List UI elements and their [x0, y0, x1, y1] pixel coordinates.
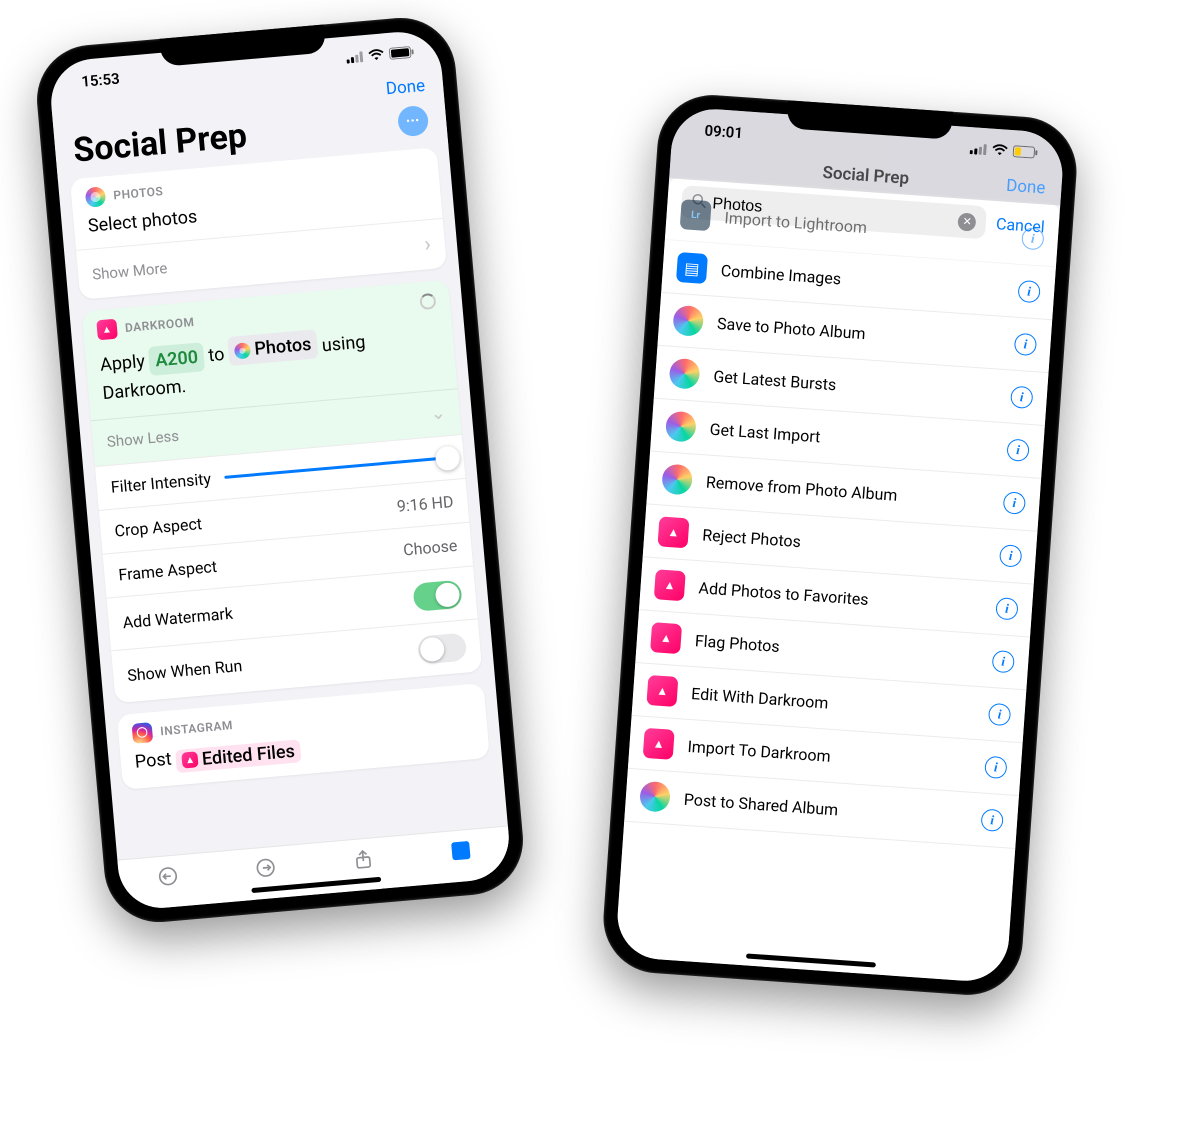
background-title: Social Prep	[822, 163, 910, 189]
action-label: Combine Images	[720, 261, 1005, 300]
chevron-down-icon	[430, 402, 447, 424]
card-app-label: DARKROOM	[124, 315, 195, 335]
word-darkroom: Darkroom.	[102, 375, 187, 403]
action-picker-sheet: ✕ Cancel Import to LightroomiCombine Ima…	[615, 176, 1061, 983]
instagram-icon	[132, 722, 154, 744]
photos-token[interactable]: Photos	[227, 329, 318, 366]
info-button[interactable]: i	[1006, 438, 1029, 461]
action-label: Import To Darkroom	[687, 736, 972, 775]
status-time: 15:53	[81, 70, 121, 91]
action-title: Select photos	[87, 206, 198, 236]
frame-aspect-label: Frame Aspect	[118, 556, 218, 584]
screen-left: 15:53 Done Social Prep	[48, 29, 513, 912]
photos-icon	[639, 781, 671, 813]
info-button[interactable]: i	[1003, 491, 1026, 514]
more-button[interactable]	[397, 105, 430, 138]
info-button[interactable]: i	[1017, 280, 1040, 303]
status-icons	[969, 140, 1038, 163]
photos-token-label: Photos	[253, 331, 312, 363]
photos-icon	[672, 305, 704, 337]
add-watermark-label: Add Watermark	[122, 604, 234, 633]
darkroom-icon	[96, 319, 118, 341]
battery-icon	[388, 44, 414, 64]
redo-button[interactable]	[250, 852, 280, 882]
info-button[interactable]: i	[992, 650, 1015, 673]
darkroom-icon	[654, 569, 686, 601]
info-button[interactable]: i	[988, 703, 1011, 726]
cellular-icon	[969, 140, 987, 159]
photos-icon	[665, 411, 697, 443]
darkroom-icon	[646, 675, 678, 707]
action-label: Edit With Darkroom	[691, 684, 976, 723]
action-label: Import to Lightroom	[724, 208, 1009, 247]
edited-files-token[interactable]: Edited Files	[175, 739, 302, 773]
background-done[interactable]: Done	[1006, 176, 1047, 199]
info-button[interactable]: i	[980, 809, 1003, 832]
edited-files-label: Edited Files	[201, 740, 295, 769]
photos-icon	[661, 463, 693, 495]
card-app-label: INSTAGRAM	[160, 718, 234, 738]
photos-icon	[234, 342, 251, 359]
wifi-icon	[991, 142, 1008, 161]
lightroom-icon	[680, 199, 712, 231]
darkroom-icon	[657, 516, 689, 548]
action-label: Add Photos to Favorites	[698, 578, 983, 617]
status-icons	[346, 44, 415, 68]
crop-aspect-label: Crop Aspect	[114, 514, 203, 541]
info-button[interactable]: i	[999, 544, 1022, 567]
show-when-run-toggle[interactable]	[417, 632, 467, 664]
info-button[interactable]: i	[1021, 227, 1044, 250]
word-post: Post	[134, 748, 172, 772]
word-to: to	[208, 344, 226, 366]
action-label: Post to Shared Album	[683, 789, 968, 828]
crop-aspect-value: 9:16 HD	[396, 492, 454, 516]
slider-thumb[interactable]	[435, 445, 461, 471]
info-button[interactable]: i	[1014, 333, 1037, 356]
darkroom-icon	[650, 622, 682, 654]
photos-icon	[85, 186, 107, 208]
share-button[interactable]	[348, 844, 378, 874]
info-button[interactable]: i	[984, 756, 1007, 779]
phone-right: 09:01 Social Prep Done	[600, 91, 1080, 998]
frame-aspect-value: Choose	[402, 535, 458, 559]
action-label: Reject Photos	[702, 525, 987, 564]
darkroom-icon	[643, 728, 675, 760]
card-app-label: PHOTOS	[113, 184, 164, 202]
spinner-icon	[419, 293, 436, 310]
info-button[interactable]: i	[995, 597, 1018, 620]
phone-left: 15:53 Done Social Prep	[32, 13, 527, 926]
status-time: 09:01	[704, 122, 744, 143]
action-label: Get Latest Bursts	[713, 366, 998, 405]
show-more-label: Show More	[91, 259, 168, 283]
action-label: Flag Photos	[694, 631, 979, 670]
chevron-right-icon	[423, 232, 432, 257]
action-card-instagram[interactable]: INSTAGRAM Post Edited Files	[117, 683, 490, 790]
word-using: using	[321, 332, 366, 357]
done-button[interactable]: Done	[385, 76, 426, 99]
shortcut-editor: PHOTOS Select photos Show More DARKROOM	[58, 146, 508, 860]
photos-icon	[669, 358, 701, 390]
action-list[interactable]: Import to Lightroom i Combine Images i Save …	[615, 187, 1060, 983]
undo-button[interactable]	[153, 861, 183, 891]
action-label: Save to Photo Album	[717, 313, 1002, 352]
show-less-label: Show Less	[106, 427, 180, 451]
filter-intensity-label: Filter Intensity	[110, 469, 212, 497]
wifi-icon	[368, 46, 386, 65]
darkroom-icon	[181, 751, 198, 768]
add-watermark-toggle[interactable]	[412, 579, 462, 611]
battery-low-icon	[1012, 143, 1038, 163]
action-label: Remove from Photo Album	[705, 472, 990, 511]
filter-token[interactable]: A200	[148, 342, 205, 376]
word-apply: Apply	[99, 351, 146, 376]
screen-right: 09:01 Social Prep Done	[615, 106, 1065, 983]
info-button[interactable]: i	[1010, 386, 1033, 409]
stop-button[interactable]	[446, 835, 476, 865]
shortcuts-icon	[676, 252, 708, 284]
action-label: Get Last Import	[709, 419, 994, 458]
action-card-darkroom[interactable]: DARKROOM Apply A200 to Photos using Dark…	[81, 280, 482, 703]
show-when-run-label: Show When Run	[127, 656, 243, 685]
cellular-icon	[346, 48, 365, 67]
filter-intensity-slider[interactable]	[225, 456, 450, 479]
